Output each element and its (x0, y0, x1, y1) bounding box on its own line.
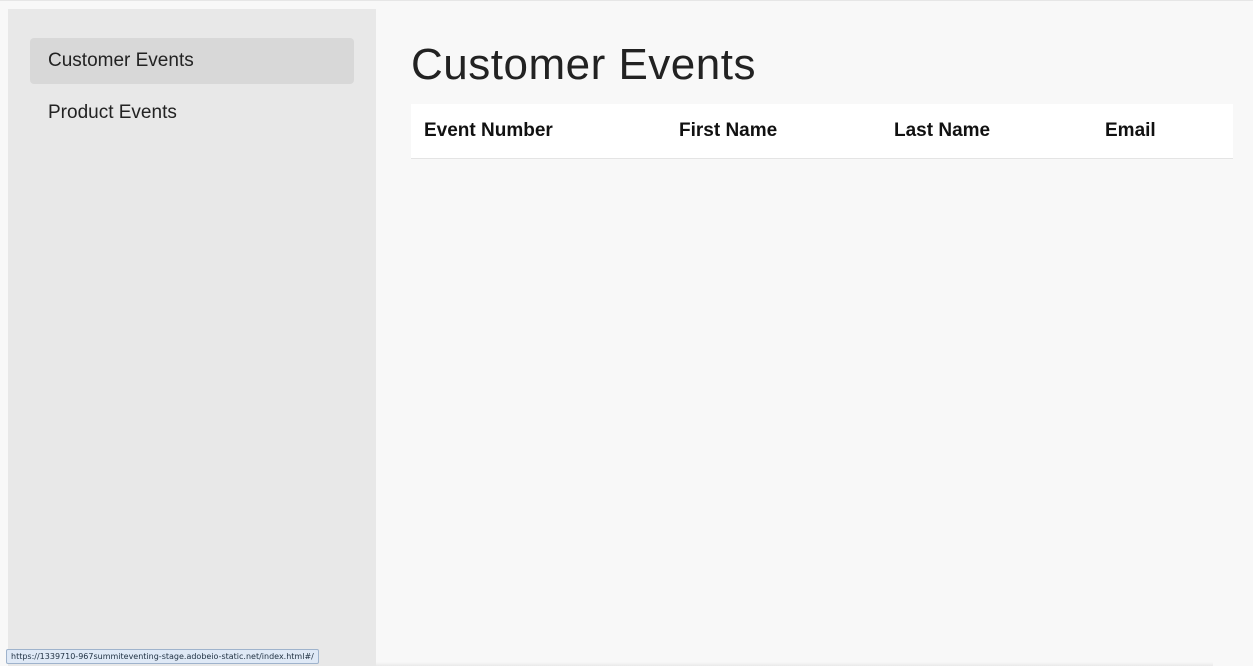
column-header-last-name: Last Name (894, 104, 1105, 159)
content-bottom-shadow (376, 662, 1213, 666)
status-bar-url: https://1339710-967summiteventing-stage.… (6, 649, 319, 664)
column-header-email: Email (1105, 104, 1233, 159)
page-title: Customer Events (411, 40, 756, 89)
column-header-event-number: Event Number (411, 104, 679, 159)
main-content: Customer Events Event Number First Name … (376, 1, 1253, 666)
sidebar: Customer Events Product Events (8, 9, 376, 666)
sidebar-item-customer-events[interactable]: Customer Events (30, 38, 354, 84)
app-window: Customer Events Product Events Customer … (0, 0, 1253, 666)
table-header-row: Event Number First Name Last Name Email (411, 104, 1233, 159)
events-table: Event Number First Name Last Name Email (411, 104, 1233, 159)
sidebar-item-product-events[interactable]: Product Events (30, 90, 354, 136)
column-header-first-name: First Name (679, 104, 894, 159)
